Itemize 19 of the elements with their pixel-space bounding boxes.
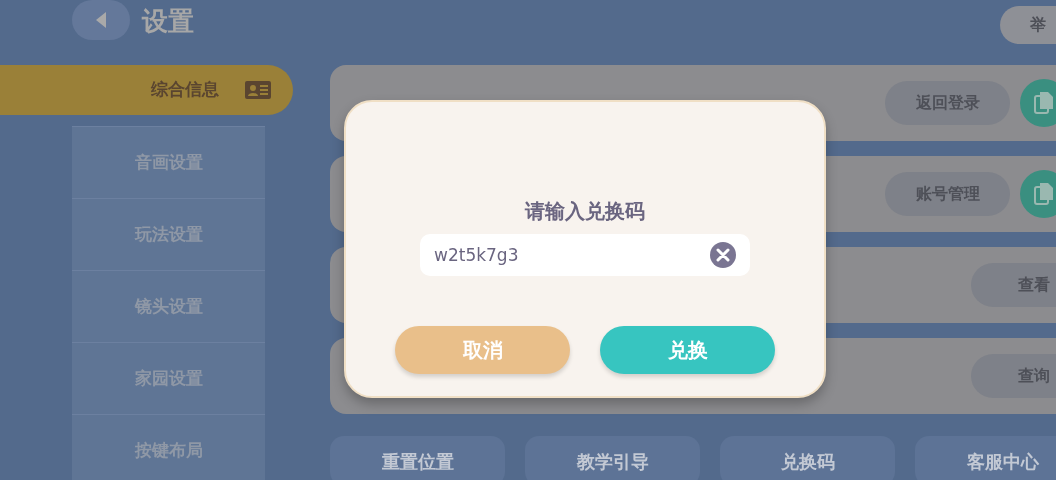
back-button[interactable] xyxy=(72,0,130,40)
bottom-menu-button[interactable]: 教学引导 xyxy=(525,436,700,480)
back-arrow-icon xyxy=(94,11,108,29)
copy-icon xyxy=(1033,91,1055,115)
bottom-menu-button[interactable]: 客服中心 xyxy=(915,436,1056,480)
copy-button[interactable] xyxy=(1020,79,1056,127)
page-title: 设置 xyxy=(142,5,194,38)
bottom-menu-button[interactable]: 兑换码 xyxy=(720,436,895,480)
redeem-button[interactable]: 兑换 xyxy=(600,326,775,374)
bottom-menu-button[interactable]: 重置位置 xyxy=(330,436,505,480)
cancel-button[interactable]: 取消 xyxy=(395,326,570,374)
id-card-icon xyxy=(245,81,271,99)
copy-button[interactable] xyxy=(1020,170,1056,218)
dialog-title: 请输入兑换码 xyxy=(525,198,645,225)
code-input-field[interactable]: w2t5k7g3 xyxy=(420,234,750,276)
copy-icon xyxy=(1033,182,1055,206)
sidebar-tab[interactable]: 综合信息 xyxy=(0,65,293,115)
clear-icon[interactable] xyxy=(710,242,736,268)
report-button[interactable]: 举 xyxy=(1000,6,1056,44)
